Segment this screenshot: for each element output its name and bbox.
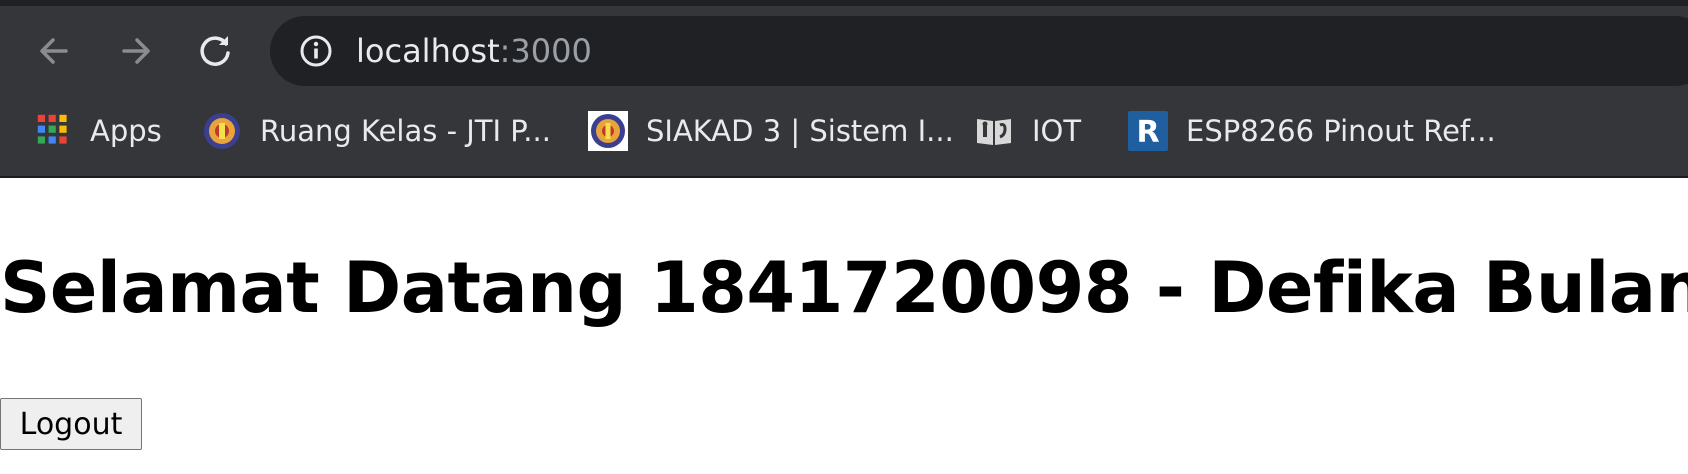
bookmarks-bar: Apps Ruang Kelas - JTI P... SIAKAD 3 | S… — [0, 100, 1688, 162]
bookmark-esp8266[interactable]: R ESP8266 Pinout Ref... — [1128, 110, 1496, 152]
logout-button[interactable]: Logout — [0, 398, 142, 450]
address-bar[interactable]: localhost:3000 — [270, 16, 1688, 86]
url-text: localhost:3000 — [356, 29, 592, 73]
welcome-heading: Selamat Datang 1841720098 - Defika Bulan… — [0, 247, 1688, 329]
back-button[interactable] — [24, 24, 84, 78]
bookmark-apps[interactable]: Apps — [36, 110, 162, 152]
bookmark-label: SIAKAD 3 | Sistem I... — [646, 114, 954, 148]
reload-icon — [200, 36, 230, 66]
bookmark-label: Ruang Kelas - JTI P... — [260, 114, 551, 148]
apps-grid-icon — [37, 114, 67, 144]
bookmark-ruang-kelas[interactable]: Ruang Kelas - JTI P... — [202, 110, 551, 152]
book-icon — [977, 119, 1011, 145]
polinema-logo-icon — [204, 113, 240, 149]
page-content: Selamat Datang 1841720098 - Defika Bulan… — [0, 178, 1688, 474]
forward-button[interactable] — [106, 24, 166, 78]
bookmark-label: ESP8266 Pinout Ref... — [1186, 114, 1496, 148]
reload-button[interactable] — [185, 24, 245, 78]
url-port: :3000 — [499, 32, 592, 70]
info-icon[interactable] — [298, 33, 334, 69]
bookmark-siakad[interactable]: SIAKAD 3 | Sistem I... — [588, 110, 954, 152]
back-arrow-icon — [40, 38, 68, 64]
tab-strip — [0, 0, 1688, 6]
url-host: localhost — [356, 32, 500, 70]
bookmark-label: Apps — [90, 114, 162, 148]
bookmark-iot[interactable]: IOT — [974, 110, 1081, 152]
forward-arrow-icon — [122, 38, 150, 64]
r-logo-icon: R — [1128, 111, 1168, 151]
polinema-logo-icon — [588, 111, 628, 151]
bookmark-label: IOT — [1032, 114, 1082, 148]
svg-text:R: R — [1136, 115, 1159, 150]
browser-chrome: localhost:3000 Apps Ruang Kelas - JTI P.… — [0, 0, 1688, 178]
